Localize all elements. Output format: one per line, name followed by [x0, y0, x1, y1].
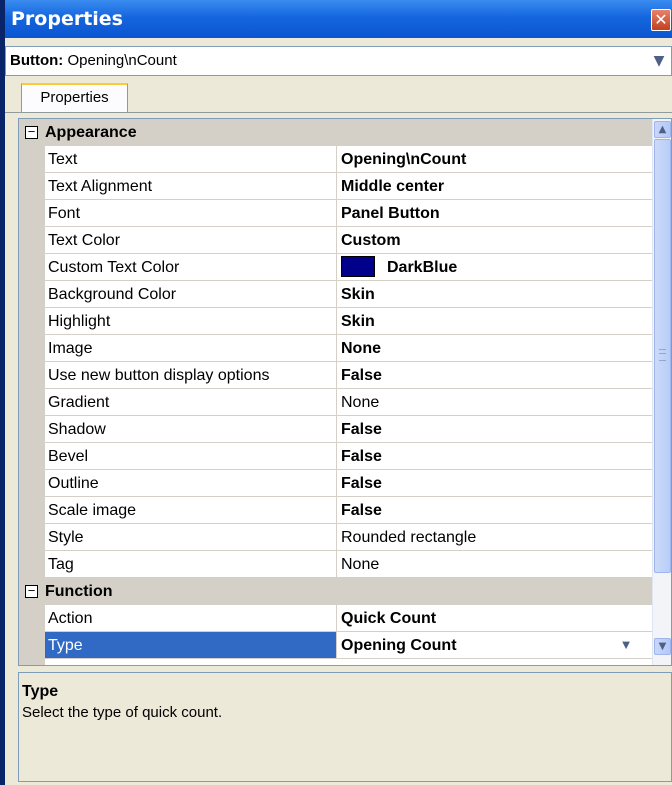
grip-icon [659, 349, 666, 361]
property-name: Background Color [45, 281, 337, 308]
property-name: Font [45, 200, 337, 227]
property-value[interactable]: Middle center [337, 173, 652, 200]
property-row-type[interactable]: Type Opening Count ▼ [19, 632, 652, 659]
property-name: Use new button display options [45, 362, 337, 389]
object-type-label: Button: [10, 52, 64, 69]
property-value[interactable]: False [337, 416, 652, 443]
property-name: Image [45, 335, 337, 362]
property-name: Text Color [45, 227, 337, 254]
help-pane: Type Select the type of quick count. [18, 672, 672, 782]
category-label: Appearance [45, 124, 137, 141]
property-name: Text [45, 146, 337, 173]
property-row-bevel[interactable]: Bevel False [19, 443, 652, 470]
property-name: Outline [45, 470, 337, 497]
property-name: Type [45, 632, 337, 659]
scroll-up-icon[interactable]: ▲ [654, 121, 671, 138]
property-name: Tag [45, 551, 337, 578]
window-title: Properties [11, 8, 123, 30]
property-name: Bevel [45, 443, 337, 470]
property-row-highlight[interactable]: Highlight Skin [19, 308, 652, 335]
property-value[interactable]: False [337, 470, 652, 497]
property-value[interactable]: None [337, 389, 652, 416]
help-description: Select the type of quick count. [22, 704, 223, 721]
property-grid: − Appearance Text Opening\nCount Text Al… [18, 118, 672, 666]
property-value[interactable]: Custom [337, 227, 652, 254]
property-name: Style [45, 524, 337, 551]
property-value[interactable]: Skin [337, 308, 652, 335]
chevron-down-icon[interactable]: ▼ [649, 51, 669, 71]
property-value[interactable]: None [337, 335, 652, 362]
property-name: Action [45, 605, 337, 632]
collapse-icon[interactable]: − [25, 125, 38, 139]
close-icon: ✕ [654, 10, 668, 29]
object-selector[interactable]: Button: Opening\nCount ▼ [5, 46, 672, 76]
property-name: Shadow [45, 416, 337, 443]
property-row-text-alignment[interactable]: Text Alignment Middle center [19, 173, 652, 200]
scroll-down-icon[interactable]: ▼ [654, 638, 671, 655]
color-swatch [341, 255, 375, 277]
category-label: Function [45, 583, 113, 600]
properties-window: Properties ✕ Button: Opening\nCount ▼ Pr… [0, 0, 672, 785]
property-value[interactable]: Opening\nCount [337, 146, 652, 173]
property-value[interactable]: Panel Button [337, 200, 652, 227]
close-button[interactable]: ✕ [651, 9, 671, 31]
property-value[interactable]: Opening Count [337, 632, 652, 659]
property-value[interactable]: Rounded rectangle [337, 524, 652, 551]
property-value[interactable]: Quick Count [337, 605, 652, 632]
property-row-tag[interactable]: Tag None [19, 551, 652, 578]
object-name: Opening\nCount [67, 52, 177, 69]
chevron-down-icon[interactable]: ▼ [617, 634, 635, 656]
category-function[interactable]: − Function [19, 578, 652, 605]
property-row-text[interactable]: Text Opening\nCount [19, 146, 652, 173]
property-row-style[interactable]: Style Rounded rectangle [19, 524, 652, 551]
property-row-background-color[interactable]: Background Color Skin [19, 281, 652, 308]
property-name: Scale image [45, 497, 337, 524]
object-selector-text: Button: Opening\nCount [10, 52, 177, 69]
property-row-custom-text-color[interactable]: Custom Text Color DarkBlue [19, 254, 652, 281]
property-name: Gradient [45, 389, 337, 416]
property-row-outline[interactable]: Outline False [19, 470, 652, 497]
help-title: Type [22, 683, 59, 700]
tab-divider [5, 112, 672, 113]
property-row-action[interactable]: Action Quick Count [19, 605, 652, 632]
property-value[interactable]: None [337, 551, 652, 578]
property-value[interactable]: False [337, 497, 652, 524]
property-value[interactable]: Skin [337, 281, 652, 308]
collapse-icon[interactable]: − [25, 584, 38, 598]
property-name: Text Alignment [45, 173, 337, 200]
tab-properties[interactable]: Properties [21, 83, 128, 113]
property-row-image[interactable]: Image None [19, 335, 652, 362]
property-row-scale-image[interactable]: Scale image False [19, 497, 652, 524]
property-name: Custom Text Color [45, 254, 337, 281]
property-name: Highlight [45, 308, 337, 335]
property-value[interactable]: False [337, 362, 652, 389]
property-row-gradient[interactable]: Gradient None [19, 389, 652, 416]
property-value[interactable]: False [337, 443, 652, 470]
vertical-scrollbar[interactable]: ▲ ▼ [652, 119, 671, 665]
category-appearance[interactable]: − Appearance [19, 119, 652, 146]
property-value[interactable]: DarkBlue [337, 254, 652, 281]
property-row-use-new-button-display-options[interactable]: Use new button display options False [19, 362, 652, 389]
color-value-label: DarkBlue [387, 259, 458, 276]
property-row-shadow[interactable]: Shadow False [19, 416, 652, 443]
property-row-font[interactable]: Font Panel Button [19, 200, 652, 227]
property-row-text-color[interactable]: Text Color Custom [19, 227, 652, 254]
title-bar[interactable]: Properties ✕ [5, 0, 672, 38]
scrollbar-thumb[interactable] [654, 139, 671, 573]
